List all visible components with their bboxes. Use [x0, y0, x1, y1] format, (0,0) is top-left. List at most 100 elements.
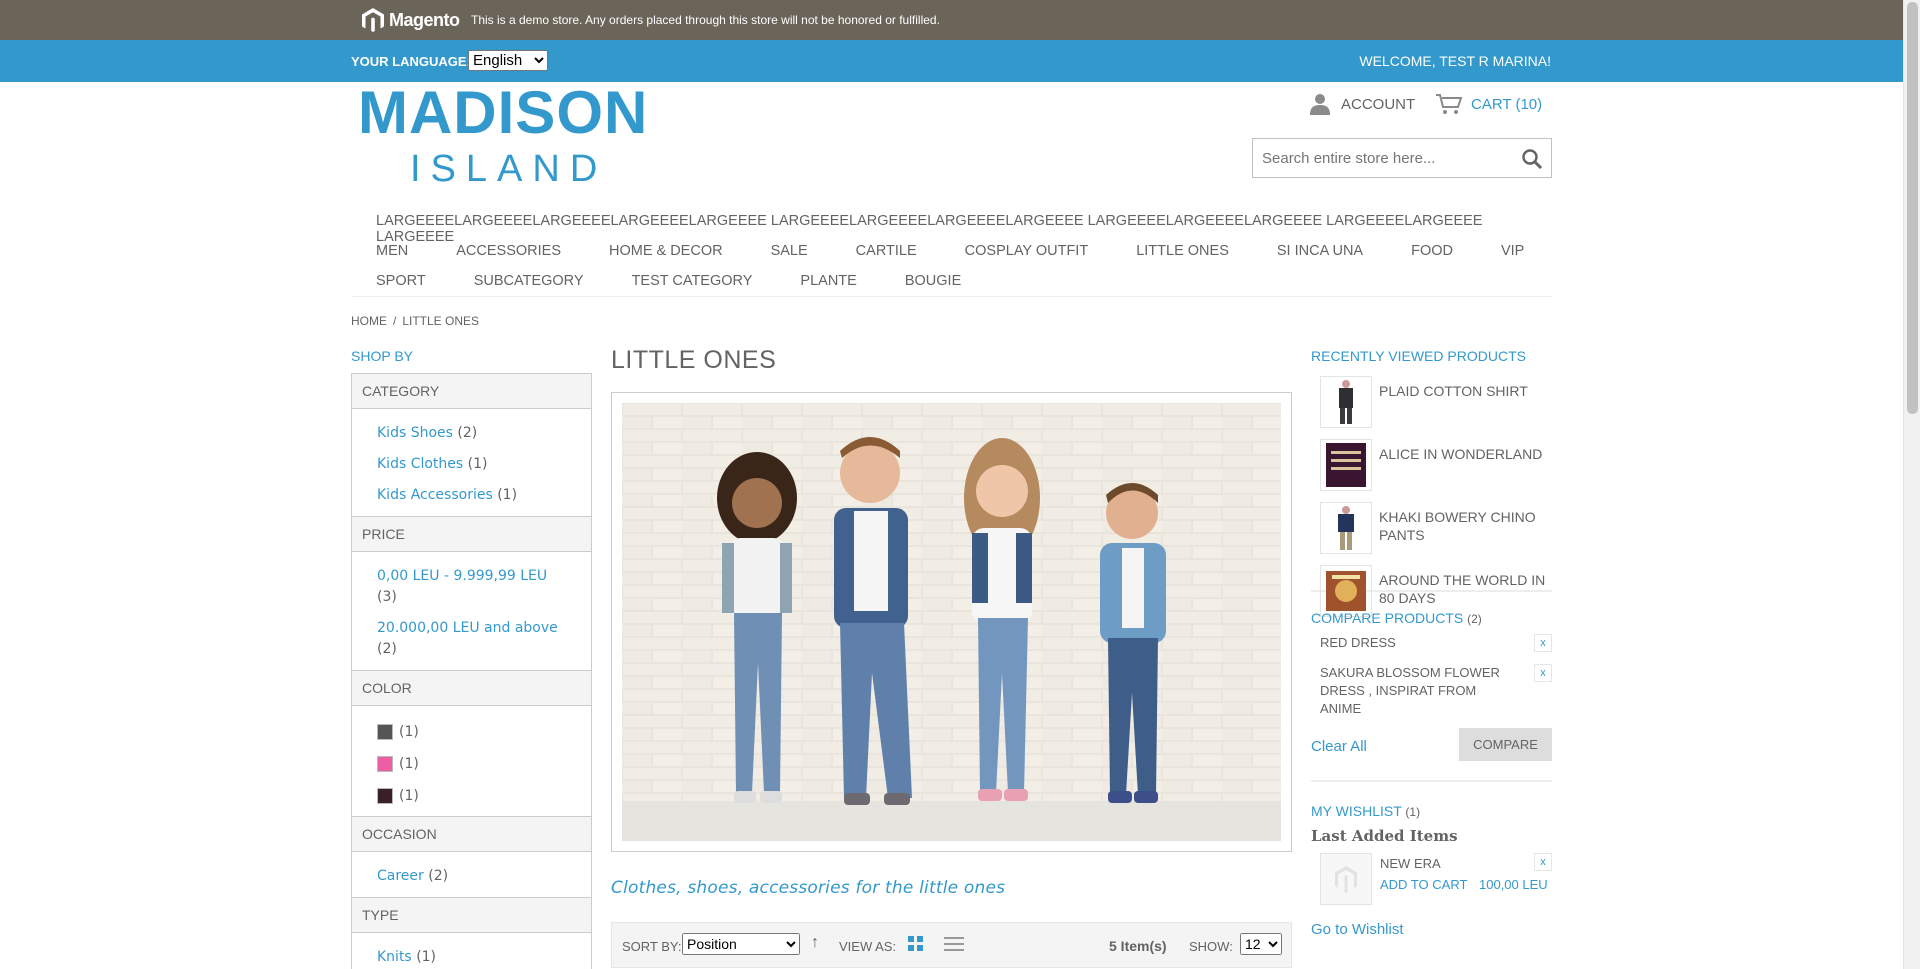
list-view-icon[interactable]	[944, 936, 964, 952]
sort-direction-icon[interactable]: ↑	[811, 934, 819, 952]
filter-count: (3)	[377, 589, 397, 605]
compare-remove-button[interactable]: x	[1534, 664, 1552, 682]
nav-item[interactable]: CARTILE	[832, 243, 941, 259]
product-thumbnail[interactable]	[1320, 502, 1372, 554]
color-swatch-icon	[377, 724, 393, 740]
nav-item[interactable]: TEST CATEGORY	[608, 273, 777, 289]
compare-item-name[interactable]: SAKURA BLOSSOM FLOWER DRESS , INSPIRAT F…	[1320, 665, 1500, 716]
wishlist-item: NEW ERA ADD TO CART 100,00 LEU x	[1311, 853, 1552, 911]
nav-item[interactable]: ACCESSORIES	[432, 243, 585, 259]
nav-item[interactable]: COSPLAY OUTFIT	[941, 243, 1113, 259]
scrollbar-thumb[interactable]	[1907, 2, 1918, 414]
placeholder-image-icon	[1321, 854, 1371, 904]
breadcrumb-home[interactable]: HOME	[351, 314, 387, 328]
category-filter-option: Kids Clothes (1)	[377, 454, 566, 475]
category-image	[611, 392, 1292, 852]
cart-link[interactable]: CART (10)	[1435, 93, 1542, 115]
category-filter-link[interactable]: Kids Clothes	[377, 456, 463, 472]
nav-item[interactable]: SALE	[747, 243, 832, 259]
color-swatch-icon	[377, 756, 393, 772]
recently-viewed-name[interactable]: ALICE IN WONDERLAND	[1379, 439, 1542, 463]
product-thumbnail[interactable]	[1320, 376, 1372, 428]
recently-viewed-name[interactable]: AROUND THE WORLD IN 80 DAYS	[1379, 565, 1552, 607]
compare-title: COMPARE PRODUCTS (2)	[1311, 610, 1552, 626]
search-input[interactable]	[1253, 139, 1513, 177]
wishlist-add-to-cart[interactable]: ADD TO CART	[1380, 877, 1467, 892]
page-scrollbar[interactable]	[1903, 0, 1920, 969]
compare-title-label: COMPARE PRODUCTS	[1311, 610, 1464, 626]
wishlist-item-name[interactable]: NEW ERA	[1380, 856, 1441, 871]
category-filter-link[interactable]: Kids Shoes	[377, 425, 453, 441]
nav-item[interactable]: SPORT	[352, 273, 450, 289]
wishlist-item-thumbnail[interactable]	[1320, 853, 1372, 905]
nav-item[interactable]: PLANTE	[776, 273, 880, 289]
account-link[interactable]: ACCOUNT	[1309, 93, 1415, 115]
view-as-label: VIEW AS:	[839, 939, 897, 954]
nav-item[interactable]: FOOD	[1387, 243, 1477, 259]
compare-item-name[interactable]: RED DRESS	[1320, 635, 1396, 650]
filter-count: (1)	[399, 756, 419, 772]
wishlist-remove-button[interactable]: x	[1534, 853, 1552, 871]
limiter-select[interactable]: 12	[1240, 933, 1282, 955]
nav-item[interactable]: BOUGIE	[881, 273, 985, 289]
compare-button[interactable]: COMPARE	[1459, 728, 1552, 761]
filter-count: (2)	[428, 868, 449, 884]
nav-item[interactable]: SUBCATEGORY	[450, 273, 608, 289]
category-hero-image	[622, 403, 1281, 841]
filter-category-title: CATEGORY	[352, 374, 591, 409]
recently-viewed-item: ALICE IN WONDERLAND	[1311, 439, 1552, 502]
price-filter-option: 0,00 LEU - 9.999,99 LEU (3)	[377, 566, 566, 608]
color-swatch[interactable]: (1)	[377, 748, 484, 780]
nav-item[interactable]: LARGEEEELARGEEEELARGEEEELARGEEEELARGEEEE…	[376, 213, 1552, 245]
cart-label: CART (10)	[1471, 95, 1543, 113]
breadcrumb-current: LITTLE ONES	[402, 314, 480, 328]
category-filter-link[interactable]: Kids Accessories	[377, 487, 493, 503]
breadcrumb: HOME / LITTLE ONES	[351, 314, 479, 328]
go-to-wishlist-link[interactable]: Go to Wishlist	[1311, 921, 1552, 938]
language-select[interactable]: English	[468, 50, 548, 71]
price-filter-link[interactable]: 0,00 LEU - 9.999,99 LEU	[377, 568, 547, 584]
wishlist-count: (1)	[1405, 805, 1421, 819]
toolbar: SORT BY: Position ↑ VIEW AS: 5 Item(s) S…	[611, 922, 1292, 968]
category-description: Clothes, shoes, accessories for the litt…	[611, 878, 1006, 898]
nav-item[interactable]: SI INCA UNA	[1253, 243, 1387, 259]
filter-count: (1)	[399, 724, 419, 740]
occasion-filter-link[interactable]: Career	[377, 868, 424, 884]
color-swatch[interactable]: (1)	[377, 716, 484, 748]
demo-notice-bar: Magento This is a demo store. Any orders…	[0, 0, 1903, 40]
recently-viewed-name[interactable]: KHAKI BOWERY CHINO PANTS	[1379, 502, 1552, 544]
price-filter-link[interactable]: 20.000,00 LEU and above	[377, 620, 558, 636]
grid-view-icon[interactable]	[908, 936, 923, 951]
compare-item: SAKURA BLOSSOM FLOWER DRESS , INSPIRAT F…	[1311, 664, 1552, 718]
nav-item[interactable]: MEN	[352, 243, 432, 259]
demo-notice-text: This is a demo store. Any orders placed …	[471, 13, 940, 27]
recently-viewed-item: PLAID COTTON SHIRT	[1311, 376, 1552, 439]
magento-logo-icon	[362, 8, 384, 32]
language-bar: YOUR LANGUAGE: English WELCOME, TEST R M…	[0, 40, 1903, 82]
product-thumbnail[interactable]	[1320, 439, 1372, 491]
main-navigation: LARGEEEELARGEEEELARGEEEELARGEEEELARGEEEE…	[352, 208, 1552, 297]
filter-type-title: TYPE	[352, 898, 591, 933]
occasion-filter-option: Career (2)	[377, 866, 566, 887]
search-icon[interactable]	[1521, 148, 1543, 170]
clear-all-link[interactable]: Clear All	[1311, 738, 1367, 755]
item-count: 5 Item(s)	[1109, 938, 1167, 954]
magento-brand-text: Magento	[389, 9, 460, 30]
account-label: ACCOUNT	[1341, 95, 1416, 113]
compare-count: (2)	[1467, 612, 1482, 626]
type-filter-link[interactable]: Knits	[377, 949, 412, 965]
nav-item[interactable]: VIP	[1477, 243, 1548, 259]
main-content: LITTLE ONES Clothes, shoes, accessories …	[611, 346, 1292, 968]
sort-by-select[interactable]: Position	[682, 933, 800, 955]
nav-item[interactable]: LITTLE ONES	[1112, 243, 1253, 259]
nav-item[interactable]: HOME & DECOR	[585, 243, 747, 259]
filter-count: (2)	[457, 425, 478, 441]
product-thumbnail-image	[1322, 504, 1370, 552]
store-logo[interactable]: MADISON ISLAND	[358, 83, 648, 191]
category-filter-option: Kids Shoes (2)	[377, 423, 566, 444]
sort-by-label: SORT BY:	[622, 939, 682, 954]
color-swatch[interactable]: (1)	[377, 780, 484, 812]
recently-viewed-name[interactable]: PLAID COTTON SHIRT	[1379, 376, 1528, 400]
right-sidebar: RECENTLY VIEWED PRODUCTS PLAID COTTON SH…	[1311, 348, 1552, 938]
compare-remove-button[interactable]: x	[1534, 634, 1552, 652]
